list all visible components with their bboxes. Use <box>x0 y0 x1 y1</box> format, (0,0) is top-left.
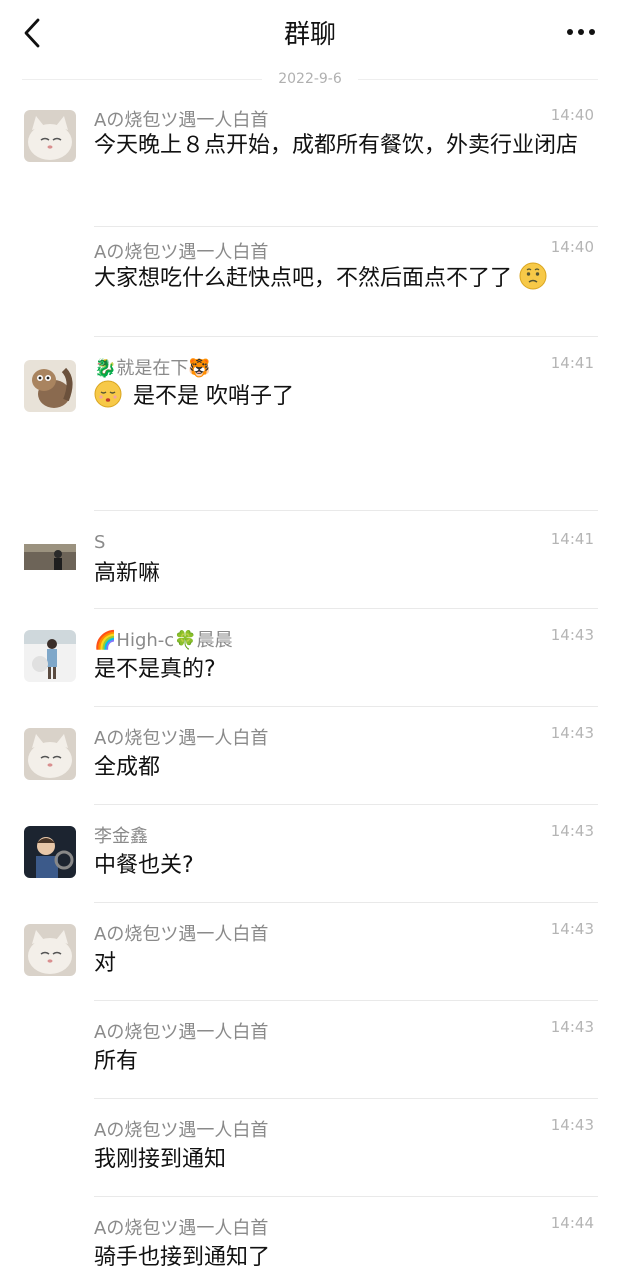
sender-name-row: 🐉就是在下🐯 <box>94 354 211 380</box>
tiger-face-emoji: 🐯 <box>188 358 211 379</box>
message-item[interactable]: 🐉就是在下🐯 14:41 是不是 吹哨子了 <box>0 336 620 511</box>
message-time: 14:40 <box>550 106 594 124</box>
sender-name: S <box>94 532 106 553</box>
clover-emoji: 🍀 <box>174 630 197 651</box>
avatar[interactable] <box>24 360 76 412</box>
nav-bar: 群聊 <box>0 0 620 66</box>
message-time: 14:41 <box>550 530 594 548</box>
message-text-row: 大家想吃什么赶快点吧，不然后面点不了了 <box>94 262 594 295</box>
sender-name: Aの烧包ツ遇一人白首 <box>94 728 269 749</box>
message-text-row: 是不是 吹哨子了 <box>94 380 594 413</box>
avatar[interactable] <box>24 630 76 682</box>
rainbow-emoji: 🌈 <box>94 630 117 651</box>
message-item[interactable]: Aの烧包ツ遇一人白首 14:43 我刚接到通知 <box>0 1098 620 1197</box>
message-item[interactable]: Aの烧包ツ遇一人白首 14:43 所有 <box>0 1000 620 1099</box>
message-time: 14:43 <box>550 1116 594 1134</box>
sender-name-suffix: 晨晨 <box>196 630 233 651</box>
sender-name-row: 🌈High-c🍀晨晨 <box>94 626 233 652</box>
avatar[interactable] <box>24 924 76 976</box>
avatar[interactable] <box>24 110 76 162</box>
message-item[interactable]: 🌈High-c🍀晨晨 14:43 是不是真的? <box>0 608 620 707</box>
message-item[interactable]: Aの烧包ツ遇一人白首 14:40 今天晚上８点开始，成都所有餐饮，外卖行业闭店 <box>0 106 620 227</box>
message-item[interactable]: Aの烧包ツ遇一人白首 14:43 全成都 <box>0 706 620 805</box>
dragon-emoji: 🐉 <box>94 358 117 379</box>
message-text: 是不是 吹哨子了 <box>133 384 294 409</box>
message-time: 14:43 <box>550 724 594 742</box>
sender-name: Aの烧包ツ遇一人白首 <box>94 924 269 945</box>
page-title: 群聊 <box>283 20 336 50</box>
sender-name: High-c <box>116 630 175 651</box>
message-text: 今天晚上８点开始，成都所有餐饮，外卖行业闭店 <box>94 133 579 158</box>
sender-name: Aの烧包ツ遇一人白首 <box>94 1120 269 1141</box>
message-text: 我刚接到通知 <box>94 1147 227 1172</box>
sender-name: Aの烧包ツ遇一人白首 <box>94 110 269 131</box>
message-time: 14:41 <box>550 354 594 372</box>
sender-name: 就是在下 <box>116 358 189 379</box>
message-item[interactable]: Aの烧包ツ遇一人白首 14:44 骑手也接到通知了 <box>0 1196 620 1276</box>
sender-name: Aの烧包ツ遇一人白首 <box>94 242 269 263</box>
sender-name: 李金鑫 <box>94 826 148 847</box>
message-item[interactable]: Aの烧包ツ遇一人白首 14:40 大家想吃什么赶快点吧，不然后面点不了了 <box>0 238 620 337</box>
avatar[interactable] <box>24 728 76 780</box>
sender-name: Aの烧包ツ遇一人白首 <box>94 1218 269 1239</box>
message-time: 14:43 <box>550 626 594 644</box>
message-text: 全成都 <box>94 755 161 780</box>
date-divider: 2022-9-6 <box>22 66 598 92</box>
message-text: 是不是真的? <box>94 657 216 682</box>
message-text: 高新嘛 <box>94 561 161 586</box>
whistling-face-emoji <box>94 380 122 408</box>
date-label: 2022-9-6 <box>262 66 358 92</box>
message-text: 所有 <box>94 1049 139 1074</box>
avatar[interactable] <box>24 826 76 878</box>
message-item[interactable]: S 14:41 高新嘛 <box>0 510 620 609</box>
message-time: 14:43 <box>550 1018 594 1036</box>
divider <box>94 226 598 227</box>
more-dots-icon[interactable] <box>566 22 596 42</box>
message-text: 对 <box>94 951 117 976</box>
message-item[interactable]: Aの烧包ツ遇一人白首 14:43 对 <box>0 902 620 1001</box>
message-text: 骑手也接到通知了 <box>94 1245 271 1270</box>
avatar[interactable] <box>24 534 76 586</box>
message-text: 中餐也关? <box>94 853 194 878</box>
message-item[interactable]: 李金鑫 14:43 中餐也关? <box>0 804 620 903</box>
message-time: 14:43 <box>550 822 594 840</box>
message-time: 14:40 <box>550 238 594 256</box>
puzzled-face-emoji <box>519 262 547 290</box>
message-text: 大家想吃什么赶快点吧，不然后面点不了了 <box>94 266 513 291</box>
sender-name: Aの烧包ツ遇一人白首 <box>94 1022 269 1043</box>
message-time: 14:44 <box>550 1214 594 1232</box>
message-time: 14:43 <box>550 920 594 938</box>
